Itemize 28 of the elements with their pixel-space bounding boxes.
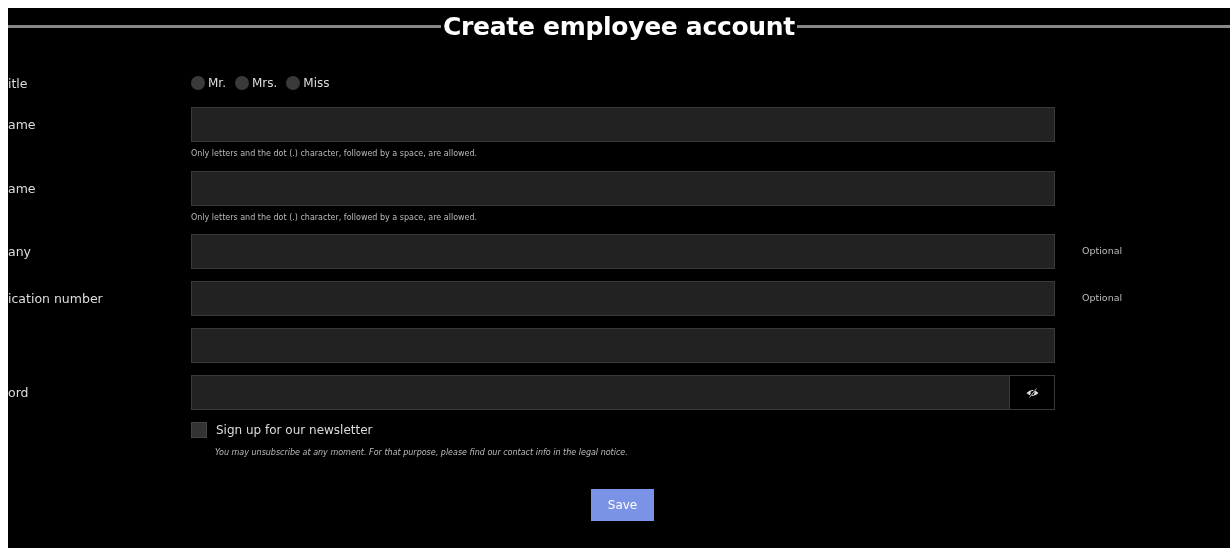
radio-label[interactable]: Mrs. (252, 76, 278, 90)
eye-slash-icon (1025, 387, 1039, 398)
field-label: ame (8, 181, 36, 196)
page-title: Create employee account (443, 11, 795, 41)
field-label: any (8, 244, 31, 259)
radio-button[interactable] (286, 76, 301, 90)
radio-label[interactable]: Miss (303, 76, 330, 90)
radio-button[interactable] (235, 76, 249, 90)
field-label: itle (8, 75, 28, 91)
hint-text: Only letters and the dot (.) character, followed by a space, are allowed. (191, 149, 479, 158)
show-password-button[interactable] (1010, 375, 1055, 410)
text-field[interactable] (191, 107, 1055, 142)
checkbox-label[interactable]: Sign up for our newsletter (216, 423, 373, 437)
hint-text: Only letters and the dot (.) character, followed by a space, are allowed. (191, 213, 479, 222)
field-label: ord (8, 385, 29, 400)
field-label: ame (8, 117, 36, 132)
text-field[interactable] (191, 234, 1055, 269)
text-field[interactable] (191, 281, 1055, 316)
password-field[interactable] (191, 375, 1010, 410)
text-field[interactable] (191, 328, 1055, 363)
radio-label[interactable]: Mr. (208, 76, 226, 90)
optional-label: Optional (1082, 292, 1123, 303)
newsletter-note: You may unsubscribe at any moment. For that purpose, please find our contact info in the legal notice. (215, 448, 629, 457)
checkbox[interactable] (191, 422, 207, 438)
radio-button[interactable] (191, 76, 205, 90)
optional-label: Optional (1082, 245, 1123, 256)
field-label: ication number (8, 291, 103, 306)
text-field[interactable] (191, 171, 1055, 206)
